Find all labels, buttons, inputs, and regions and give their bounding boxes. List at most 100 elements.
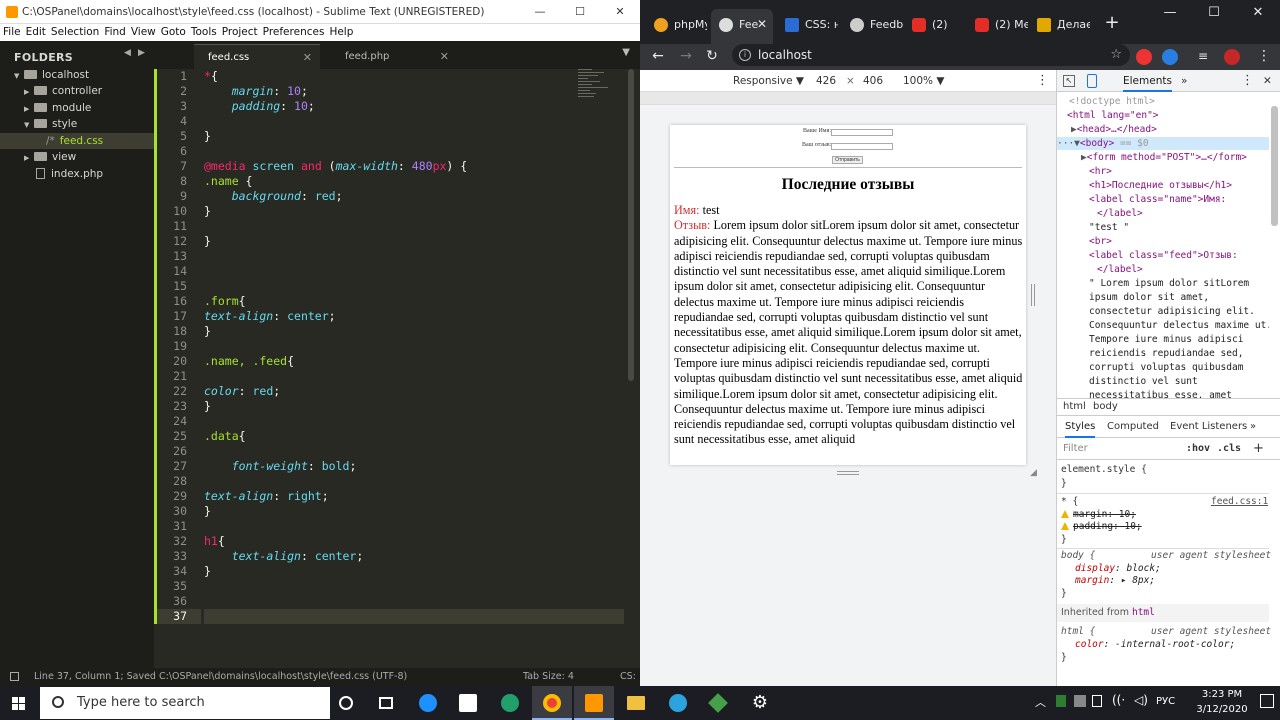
code-line[interactable] [204, 219, 624, 234]
extension-icon[interactable] [1162, 49, 1178, 65]
tab-feedb[interactable]: Feedb [842, 9, 903, 44]
profile-avatar[interactable] [1224, 49, 1240, 65]
reload-icon[interactable]: ↻ [700, 44, 724, 70]
device-mode-select[interactable]: Responsive ▼ [733, 70, 804, 92]
margin-property[interactable]: margin: ▸ 8px; [1075, 575, 1155, 587]
star-rule-selector[interactable]: * { [1061, 496, 1078, 508]
crumb-html[interactable]: html [1063, 399, 1086, 415]
forward-icon[interactable]: → [674, 44, 698, 70]
editor-scrollbar[interactable] [628, 69, 634, 381]
tree-item-index-php[interactable]: index.php [36, 166, 103, 182]
dom-text-lorem[interactable]: consectetur adipisicing elit. [1089, 305, 1255, 318]
battery-icon[interactable] [1092, 695, 1102, 707]
code-line[interactable]: text-align: center; [204, 549, 624, 564]
address-bar[interactable]: i localhost ☆ [732, 44, 1130, 66]
code-line[interactable]: } [204, 564, 624, 579]
code-line[interactable]: @media screen and (max-width: 480px) { [204, 159, 624, 174]
menu-selection[interactable]: Selection [48, 24, 101, 38]
dom-tree-scrollbar[interactable] [1271, 106, 1278, 226]
store-icon[interactable] [448, 686, 488, 720]
tab-css[interactable]: CSS: н [777, 9, 838, 44]
resize-handle-right[interactable] [1031, 284, 1035, 306]
code-line[interactable] [204, 474, 624, 489]
dom-label-feed[interactable]: <label class="feed">Отзыв: [1089, 249, 1238, 262]
menu-preferences[interactable]: Preferences [260, 24, 327, 38]
panel-toggle-icon[interactable] [10, 672, 19, 681]
task-view-icon[interactable] [366, 686, 406, 720]
tab-feed-css[interactable]: feed.css ✕ [194, 44, 320, 69]
dom-text-lorem[interactable]: distinctio vel sunt [1089, 375, 1198, 388]
tab-youtube-1[interactable]: (2) [904, 9, 965, 44]
info-icon[interactable]: i [739, 49, 751, 61]
code-line[interactable]: } [204, 399, 624, 414]
device-height-input[interactable]: 406 [863, 70, 883, 92]
body-rule-selector[interactable]: body { [1061, 550, 1095, 562]
resize-handle-bottom[interactable] [837, 471, 859, 475]
tree-item-controller[interactable]: ▶ controller [24, 83, 102, 99]
minimap[interactable] [578, 69, 618, 129]
inspect-icon[interactable]: ↖ [1063, 75, 1075, 87]
tab-dropdown-icon[interactable]: ▼ [622, 47, 630, 58]
dom-text-lorem[interactable]: " Lorem ipsum dolor sitLorem [1089, 277, 1249, 290]
code-line[interactable] [204, 594, 624, 609]
dom-h1[interactable]: <h1>Последние отзывы</h1> [1089, 179, 1232, 192]
code-line[interactable]: .name { [204, 174, 624, 189]
resize-corner-icon[interactable]: ◢ [1030, 468, 1037, 478]
code-line[interactable] [204, 339, 624, 354]
cortana-icon[interactable] [326, 686, 366, 720]
extension-icon[interactable] [1136, 49, 1152, 65]
code-line[interactable]: *{ [204, 69, 624, 84]
media-controls-icon[interactable]: ≡ [1198, 49, 1214, 65]
dom-head[interactable]: ▶<head>…</head> [1071, 123, 1157, 136]
dom-text-lorem[interactable]: corrupti voluptas quibusdam [1089, 361, 1243, 374]
submit-button[interactable]: Отправить [832, 156, 863, 164]
media-query-ruler[interactable] [640, 92, 1056, 105]
code-content[interactable]: *{ margin: 10; padding: 10; } @media scr… [204, 69, 624, 624]
add-rule-icon[interactable]: + [1253, 438, 1264, 460]
cls-toggle[interactable]: .cls [1217, 438, 1241, 460]
menu-find[interactable]: Find [101, 24, 128, 38]
dom-html[interactable]: <html lang="en"> [1067, 109, 1159, 122]
menu-help[interactable]: Help [326, 24, 355, 38]
menu-edit[interactable]: Edit [23, 24, 48, 38]
nav-back-icon[interactable]: ◀ [124, 48, 131, 58]
status-tab-size[interactable]: Tab Size: 4 [523, 668, 574, 686]
code-line[interactable]: } [204, 324, 624, 339]
invalid-padding-property[interactable]: padding: 10; [1061, 521, 1142, 533]
tab-feed-php[interactable]: feed.php ✕ [331, 44, 457, 69]
maximize-icon[interactable]: ☐ [560, 0, 600, 24]
dom-label-close[interactable]: </label> [1097, 207, 1143, 220]
code-line[interactable]: .form{ [204, 294, 624, 309]
back-icon[interactable]: ← [646, 44, 670, 70]
dom-body-selected[interactable]: ···▼<body> == $0 [1057, 137, 1269, 150]
zoom-select[interactable]: 100% ▼ [903, 70, 944, 92]
code-line[interactable]: text-align: right; [204, 489, 624, 504]
sublime-taskbar-icon[interactable] [574, 686, 614, 720]
invalid-margin-property[interactable]: margin: 10; [1061, 509, 1136, 521]
feed-input[interactable] [831, 143, 893, 150]
code-editor[interactable]: 1 2 3 4 5 6 7 8 9 10 11 12 13 14 15 16 17 18 19 20 21 22 23 24 2… [154, 69, 640, 668]
tab-phpmyadmin[interactable]: phpMy [646, 9, 707, 44]
display-property[interactable]: display: block; [1075, 563, 1161, 575]
code-line[interactable] [204, 579, 624, 594]
bookmark-star-icon[interactable]: ☆ [1110, 44, 1122, 66]
code-line[interactable] [204, 444, 624, 459]
menu-project[interactable]: Project [219, 24, 260, 38]
code-line[interactable] [204, 279, 624, 294]
chrome-taskbar-icon[interactable] [532, 686, 572, 720]
close-tab-icon[interactable]: ✕ [303, 45, 312, 70]
dom-text-lorem[interactable]: ipsum dolor sit amet, [1089, 291, 1209, 304]
dom-br[interactable]: <br> [1089, 235, 1112, 248]
new-tab-icon[interactable]: + [1100, 12, 1124, 36]
tray-app-icon[interactable] [1056, 695, 1066, 707]
code-line[interactable]: text-align: center; [204, 309, 624, 324]
close-icon[interactable]: ✕ [600, 0, 640, 24]
code-line[interactable]: } [204, 129, 624, 144]
dom-tree[interactable]: <!doctype html> <html lang="en"> ▶<head>… [1057, 92, 1269, 398]
code-line[interactable]: .data{ [204, 429, 624, 444]
tree-item-view[interactable]: ▶ view [24, 149, 76, 165]
close-icon[interactable]: ✕ [1236, 2, 1280, 24]
dom-hr[interactable]: <hr> [1089, 165, 1112, 178]
code-line[interactable]: font-weight: bold; [204, 459, 624, 474]
dom-text-test[interactable]: "test " [1089, 221, 1129, 234]
